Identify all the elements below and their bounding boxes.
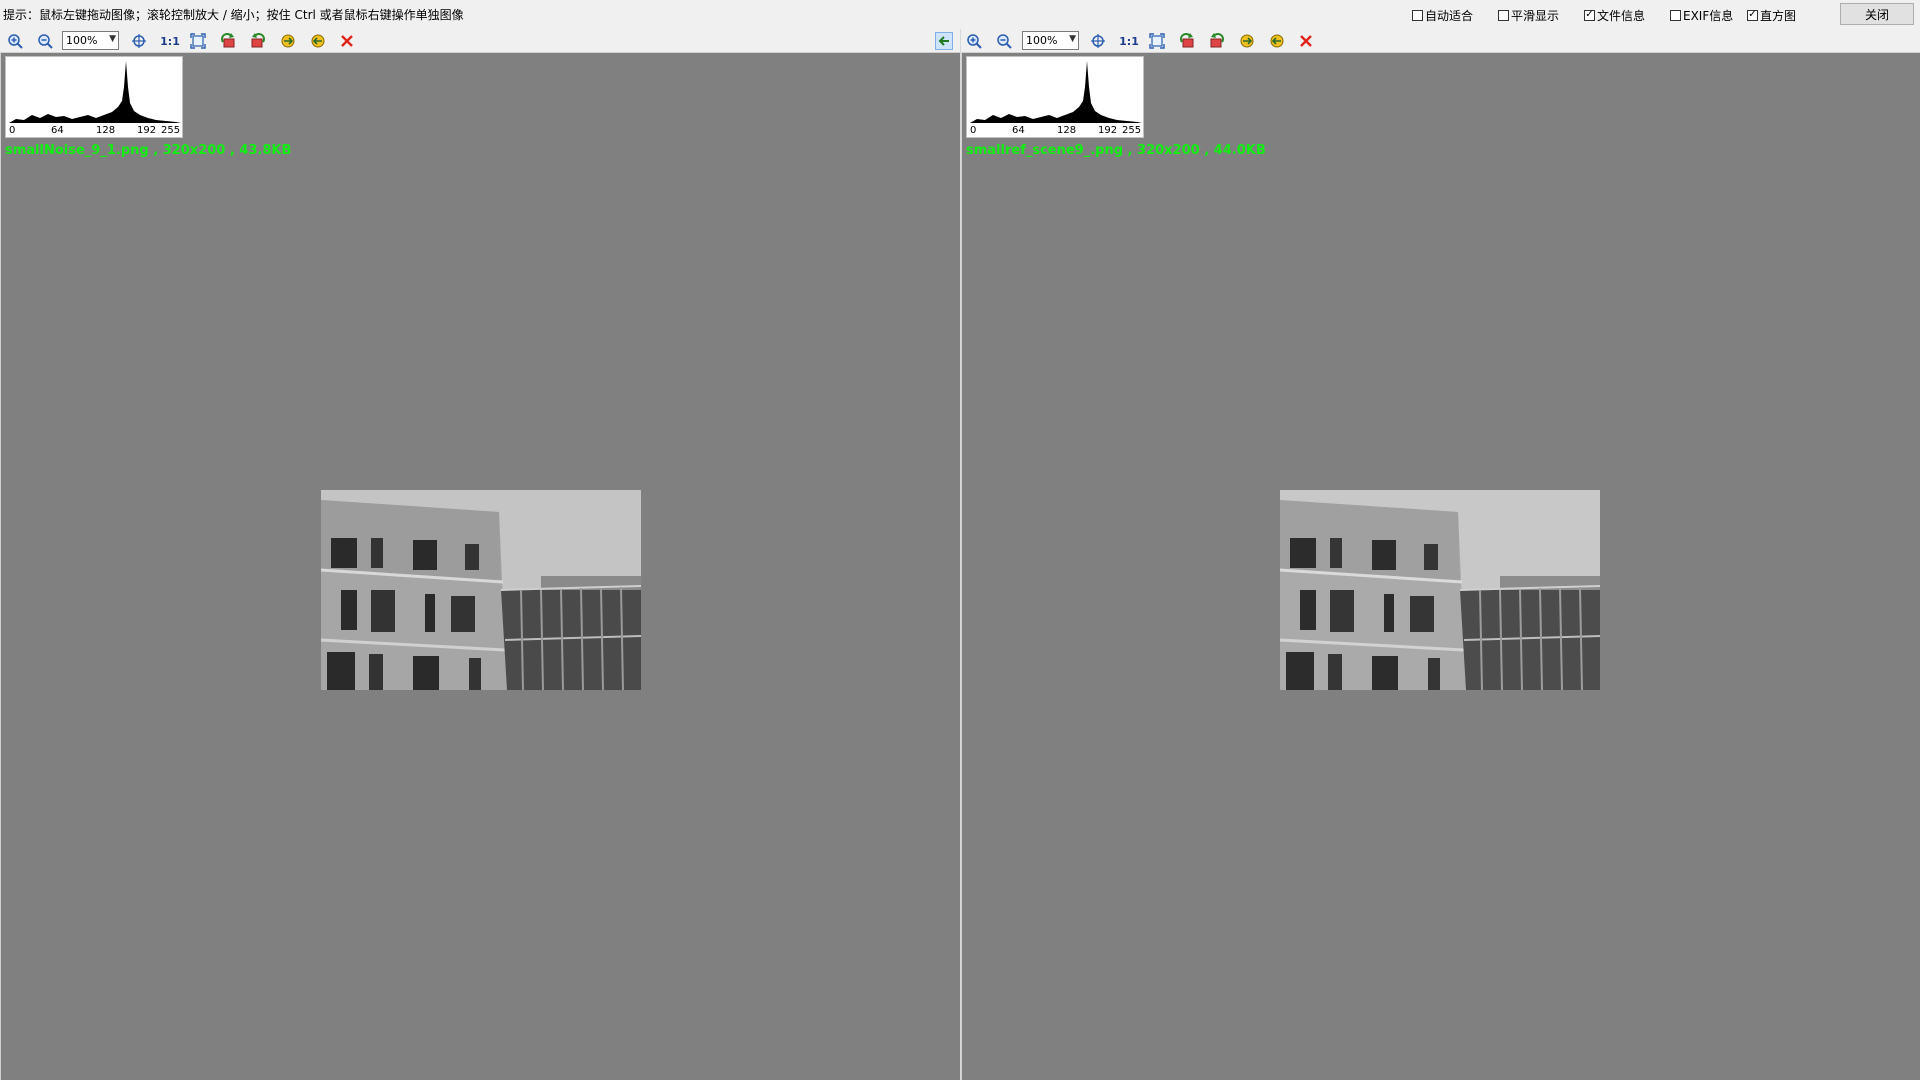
magnifier-minus-icon[interactable] [36,32,54,50]
histogram-tick: 255 [1122,125,1142,136]
zoom-select[interactable]: 100% ▼ [62,31,119,50]
file-info-text: smallref_scene9_.png , 320x200 , 44.0KB [966,143,1266,158]
building-photo-render [1280,490,1600,690]
flip-icon[interactable] [279,32,297,50]
left-toolbar: 100% ▼ 1:1 [0,29,960,53]
actual-size-button[interactable]: 1:1 [159,32,181,50]
actual-size-button[interactable]: 1:1 [1118,32,1140,50]
blue-arrow-left-icon[interactable] [935,32,953,50]
option-label: 平滑显示 [1511,8,1560,23]
magnifier-plus-icon[interactable] [6,32,24,50]
zoom-value: 100% [1026,34,1058,47]
histogram-panel: 0 64 128 192 255 [5,56,183,138]
option-label: EXIF信息 [1683,8,1734,23]
hint-text: 提示：鼠标左键拖动图像；滚轮控制放大 / 缩小；按住 Ctrl 或者鼠标右键操作… [3,8,464,22]
right-image-canvas[interactable]: 0 64 128 192 255 smallref_scene9_.png , … [961,53,1920,1080]
histogram-tick: 0 [970,125,977,136]
histogram-chart [970,61,1142,123]
zoom-value: 100% [66,34,98,47]
building-photo[interactable] [321,490,641,690]
histogram-tick: 255 [161,125,181,136]
top-hint-bar: 提示：鼠标左键拖动图像；滚轮控制放大 / 缩小；按住 Ctrl 或者鼠标右键操作… [0,0,1920,28]
save-icon[interactable] [1268,32,1286,50]
building-photo[interactable] [1280,490,1600,690]
checkbox-histogram[interactable]: ✓ [1747,9,1758,21]
option-label: 直方图 [1760,8,1797,23]
option-smooth[interactable]: 平滑显示 [1498,7,1559,23]
close-button[interactable]: 关闭 [1840,3,1914,25]
magnifier-plus-icon[interactable] [965,32,983,50]
rotate-left-icon[interactable] [219,32,237,50]
histogram-tick: 64 [1012,125,1025,136]
expand-frame-icon[interactable] [1148,32,1166,50]
histogram-tick: 0 [9,125,16,136]
file-info-text: smallNoise_9_1.png , 320x200 , 43.8KB [5,143,292,158]
zoom-select[interactable]: 100% ▼ [1022,31,1079,50]
option-exif[interactable]: EXIF信息 [1670,7,1733,23]
checkbox-auto-fit[interactable] [1412,9,1423,21]
histogram-tick: 64 [51,125,64,136]
option-auto-fit[interactable]: 自动适合 [1412,7,1473,23]
building-photo-render [321,490,641,690]
chevron-down-icon: ▼ [1069,34,1076,44]
checkmark-icon: ✓ [1585,9,1594,20]
histogram-panel: 0 64 128 192 255 [966,56,1144,138]
right-toolbar: 100% ▼ 1:1 [935,29,1920,53]
fit-center-icon[interactable] [1089,32,1107,50]
actual-size-label: 1:1 [1119,34,1139,48]
option-label: 自动适合 [1425,8,1474,23]
left-image-canvas[interactable]: 0 64 128 192 255 smallNoise_9_1.png , 32… [0,53,960,1080]
left-pane: 100% ▼ 1:1 0 64 128 192 255 smallNoise_9… [0,29,960,1080]
option-histogram[interactable]: ✓ 直方图 [1747,7,1796,23]
checkbox-smooth[interactable] [1498,9,1509,21]
histogram-tick: 192 [1098,125,1118,136]
histogram-tick: 128 [96,125,116,136]
red-x-icon[interactable] [1297,32,1315,50]
option-label: 文件信息 [1597,8,1646,23]
flip-icon[interactable] [1238,32,1256,50]
expand-frame-icon[interactable] [189,32,207,50]
rotate-left-icon[interactable] [1178,32,1196,50]
actual-size-label: 1:1 [160,34,180,48]
rotate-right-icon[interactable] [249,32,267,50]
histogram-tick: 128 [1057,125,1077,136]
checkbox-exif[interactable] [1670,9,1681,21]
save-icon[interactable] [309,32,327,50]
magnifier-minus-icon[interactable] [995,32,1013,50]
checkbox-file-info[interactable]: ✓ [1584,9,1595,21]
right-pane: 100% ▼ 1:1 0 64 128 192 255 smallref_sce… [935,29,1920,1080]
option-file-info[interactable]: ✓ 文件信息 [1584,7,1645,23]
red-x-icon[interactable] [338,32,356,50]
histogram-chart [9,61,181,123]
rotate-right-icon[interactable] [1208,32,1226,50]
histogram-tick: 192 [137,125,157,136]
chevron-down-icon: ▼ [109,34,116,44]
fit-center-icon[interactable] [130,32,148,50]
checkmark-icon: ✓ [1748,9,1757,20]
